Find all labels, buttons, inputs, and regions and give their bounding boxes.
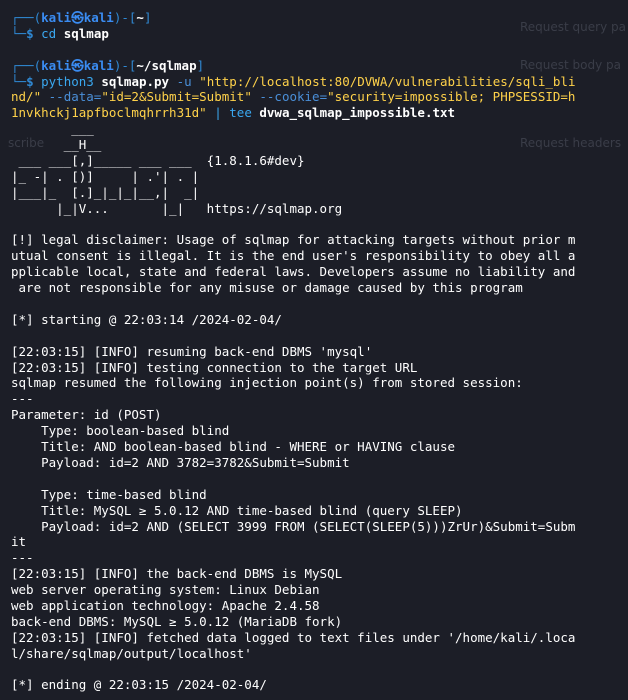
output-line: sqlmap resumed the following injection p… (11, 375, 523, 391)
output-line: [*] starting @ 22:03:14 /2024-02-04/ (11, 311, 282, 327)
command-name: tee (229, 105, 252, 121)
output-line: it (11, 534, 27, 550)
output-line: |_ -| . [)] | .'| . | (11, 168, 200, 184)
output-line: web application technology: Apache 2.4.5… (11, 597, 320, 613)
output-line: Payload: id=2 AND 3782=3782&Submit=Submi… (11, 454, 350, 470)
output-line: Type: time-based blind (11, 486, 207, 502)
command-line: └─$ cd sqlmap (11, 26, 621, 42)
output-line: back-end DBMS: MySQL ≥ 5.0.12 (MariaDB f… (11, 613, 343, 629)
output-line: __H__ (11, 137, 102, 153)
command-url: "http://localhost:80/DVWA/vulnerabilitie… (199, 73, 576, 89)
output-line: are not responsible for any misuse or da… (11, 280, 523, 296)
output-line: --- (11, 550, 34, 566)
prompt-separator: )-[ (113, 10, 137, 25)
output-line: [22:03:15] [INFO] testing connection to … (11, 359, 418, 375)
prompt-line: ┌──(kali㉿kali)-[~/sqlmap] (11, 58, 621, 74)
command-flag: --data= (48, 89, 102, 105)
prompt-cwd: ~/sqlmap (136, 57, 197, 73)
output-line: [22:03:15] [INFO] fetched data logged to… (11, 629, 576, 645)
output-line: |___|_ [.]_|_|_|__,| _| (11, 184, 200, 200)
output-line: l/share/sqlmap/output/localhost' (11, 645, 252, 661)
output-line: web server operating system: Linux Debia… (11, 582, 320, 598)
output-line: [22:03:15] [INFO] the back-end DBMS is M… (11, 566, 343, 582)
output-line: ___ ___[,]_____ ___ ___ {1.8.1.6#dev} (11, 153, 305, 169)
output-line: pplicable local, state and federal laws.… (11, 264, 576, 280)
prompt-frame: └─ (11, 73, 27, 89)
output-line: --- (11, 391, 34, 407)
output-line: [*] ending @ 22:03:15 /2024-02-04/ (11, 677, 267, 693)
command-outfile: dvwa_sqlmap_impossible.txt (259, 105, 456, 121)
output-line: [!] legal disclaimer: Usage of sqlmap fo… (11, 232, 576, 248)
command-name: python3 (41, 73, 94, 89)
command-script: sqlmap.py (101, 73, 170, 89)
output-line: Type: boolean-based blind (11, 423, 230, 439)
command-cookie-value: 1nvkhckj1apfboclmqhrrh31d" (11, 105, 207, 121)
output-line: Parameter: id (POST) (11, 407, 162, 423)
command-line: └─$ python3 sqlmap.py -u "http://localho… (11, 74, 621, 90)
output-line: |_|V... |_| https://sqlmap.org (11, 200, 343, 216)
command-data-value: "id=2&Submit=Submit" (101, 89, 252, 105)
command-name: cd (41, 25, 57, 41)
prompt-user: kali㉿kali (41, 10, 114, 25)
output-line: Payload: id=2 AND (SELECT 3999 FROM (SEL… (11, 518, 576, 534)
prompt-cwd: ~ (136, 10, 144, 25)
output-line: Title: MySQL ≥ 5.0.12 AND time-based bli… (11, 502, 463, 518)
prompt-close: ] (196, 57, 205, 73)
prompt-close: ] (143, 10, 152, 25)
command-line-wrap: nd/" --data="id=2&Submit=Submit" --cooki… (11, 89, 621, 105)
prompt-line: ┌──(kali㉿kali)-[~] (11, 10, 621, 26)
command-flag: -u (176, 73, 192, 89)
prompt-dollar: $ (26, 73, 34, 89)
command-flag: --cookie= (259, 89, 328, 105)
command-pipe: | (214, 105, 222, 121)
terminal-window[interactable]: Request query pa Request body pa scribe … (0, 0, 628, 700)
command-line-wrap: 1nvkhckj1apfboclmqhrrh31d" | tee dvwa_sq… (11, 105, 621, 121)
output-line: [22:03:15] [INFO] resuming back-end DBMS… (11, 343, 373, 359)
output-line: utual consent is illegal. It is the end … (11, 248, 576, 264)
command-cookie-value: "security=impossible; PHPSESSID=h (327, 89, 576, 105)
command-arg: sqlmap (63, 25, 109, 41)
output-line: ___ (11, 121, 94, 137)
prompt-frame: └─ (11, 25, 27, 41)
prompt-dollar: $ (26, 25, 34, 41)
prompt-frame: ┌──( (11, 10, 42, 25)
prompt-separator: )-[ (113, 57, 137, 73)
prompt-frame: ┌──( (11, 57, 42, 73)
terminal-output: ┌──(kali㉿kali)-[~] └─$ cd sqlmap ┌──(kal… (11, 10, 621, 693)
command-url: nd/" (11, 89, 42, 105)
prompt-user: kali㉿kali (41, 57, 114, 73)
output-line: Title: AND boolean-based blind - WHERE o… (11, 439, 456, 455)
